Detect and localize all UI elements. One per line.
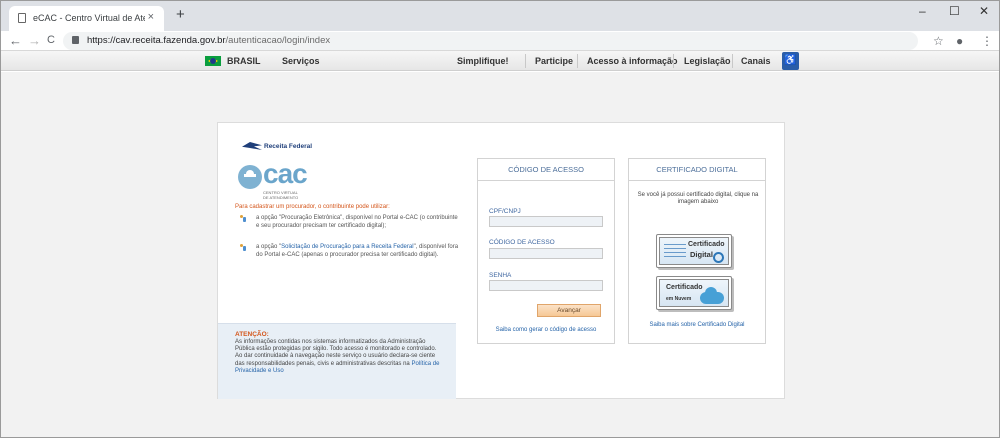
accessibility-icon[interactable]: ♿ — [782, 52, 799, 70]
gov-link-legislacao[interactable]: Legislação — [684, 56, 731, 66]
menu-icon[interactable]: ⋮ — [981, 34, 993, 48]
back-button[interactable]: ← — [9, 33, 22, 48]
list-item: a opção "Procuração Eletrônica", disponí… — [240, 215, 459, 230]
gov-bar: BRASIL Serviços Simplifique! Participe A… — [1, 51, 999, 71]
gov-link-canais[interactable]: Canais — [741, 56, 771, 66]
page-icon — [18, 13, 26, 23]
user-icon — [240, 244, 247, 251]
browser-toolbar: ← → C https://cav.receita.fazenda.gov.br… — [1, 31, 999, 51]
cloud-icon — [700, 287, 724, 304]
close-tab-icon[interactable]: × — [148, 11, 154, 23]
list-item: a opção "Solicitação de Procuração para … — [240, 244, 459, 259]
account-icon[interactable]: ● — [956, 34, 963, 48]
tab-strip: eCAC - Centro Virtual de Atendimento × +… — [1, 1, 999, 31]
gov-link-acesso-informacao[interactable]: Acesso à informação — [587, 56, 678, 66]
separator — [525, 54, 526, 68]
browser-window: eCAC - Centro Virtual de Atendimento × +… — [0, 0, 1000, 438]
reload-button[interactable]: C — [47, 34, 55, 46]
avancar-button[interactable]: Avançar — [537, 304, 601, 317]
close-window-button[interactable]: ✕ — [979, 4, 989, 18]
servicos-link[interactable]: Serviços — [282, 56, 320, 66]
gov-link-participe[interactable]: Participe — [535, 56, 573, 66]
ecac-e-icon — [713, 252, 724, 263]
tab-title: eCAC - Centro Virtual de Atendimento — [33, 13, 145, 23]
brazil-flag-icon — [205, 56, 221, 66]
solicitacao-procuracao-link[interactable]: Solicitação de Procuração para a Receita… — [281, 244, 413, 250]
receita-eagle-icon — [242, 142, 262, 150]
codigo-label: CÓDIGO DE ACESSO — [489, 239, 555, 246]
new-tab-button[interactable]: + — [176, 6, 185, 23]
certificado-digital-button[interactable]: Certificado Digital — [656, 234, 732, 268]
codigo-acesso-panel: CÓDIGO DE ACESSO CPF/CNPJ CÓDIGO DE ACES… — [477, 158, 615, 344]
browser-tab[interactable]: eCAC - Centro Virtual de Atendimento × — [9, 6, 164, 31]
login-card: Receita Federal cac CENTRO VIRTUAL DE AT… — [217, 122, 785, 399]
ecac-logo: cac CENTRO VIRTUAL DE ATENDIMENTO — [238, 158, 308, 203]
user-icon — [240, 215, 247, 222]
gerar-codigo-link[interactable]: Saiba como gerar o código de acesso — [478, 327, 614, 333]
certificado-header: CERTIFICADO DIGITAL — [629, 159, 765, 181]
maximize-button[interactable]: ☐ — [949, 4, 960, 18]
codigo-acesso-header: CÓDIGO DE ACESSO — [478, 159, 614, 181]
bookmark-star-icon[interactable]: ☆ — [933, 34, 944, 48]
codigo-input[interactable] — [489, 248, 603, 259]
certificado-nuvem-button[interactable]: Certificado em Nuvem — [656, 276, 732, 310]
procurador-intro: Para cadastrar um procurador, o contribu… — [235, 204, 390, 210]
saiba-mais-certificado-link[interactable]: Saiba mais sobre Certificado Digital — [629, 322, 765, 328]
certificado-instructions: Se você já possui certificado digital, c… — [637, 192, 759, 205]
minimize-button[interactable]: – — [919, 4, 926, 18]
atencao-text: As informações contidas nos sistemas inf… — [235, 339, 440, 374]
lock-icon — [72, 36, 79, 44]
senha-input[interactable] — [489, 280, 603, 291]
address-bar[interactable]: https://cav.receita.fazenda.gov.br/auten… — [63, 32, 918, 50]
cpf-label: CPF/CNPJ — [489, 208, 521, 215]
senha-label: SENHA — [489, 272, 512, 279]
separator — [673, 54, 674, 68]
page-content: Receita Federal cac CENTRO VIRTUAL DE AT… — [1, 72, 999, 437]
certificado-panel: CERTIFICADO DIGITAL Se você já possui ce… — [628, 158, 766, 344]
atencao-notice: ATENÇÃO: As informações contidas nos sis… — [218, 323, 456, 399]
gov-link-simplifique[interactable]: Simplifique! — [457, 56, 509, 66]
ecac-e-icon — [238, 165, 262, 189]
forward-button[interactable]: → — [28, 33, 41, 48]
url-text: https://cav.receita.fazenda.gov.br/auten… — [87, 35, 331, 46]
atencao-title: ATENÇÃO: — [235, 331, 269, 338]
cpf-input[interactable] — [489, 216, 603, 227]
separator — [577, 54, 578, 68]
separator — [732, 54, 733, 68]
brasil-link[interactable]: BRASIL — [227, 56, 261, 66]
certificate-lines-icon — [664, 244, 686, 260]
